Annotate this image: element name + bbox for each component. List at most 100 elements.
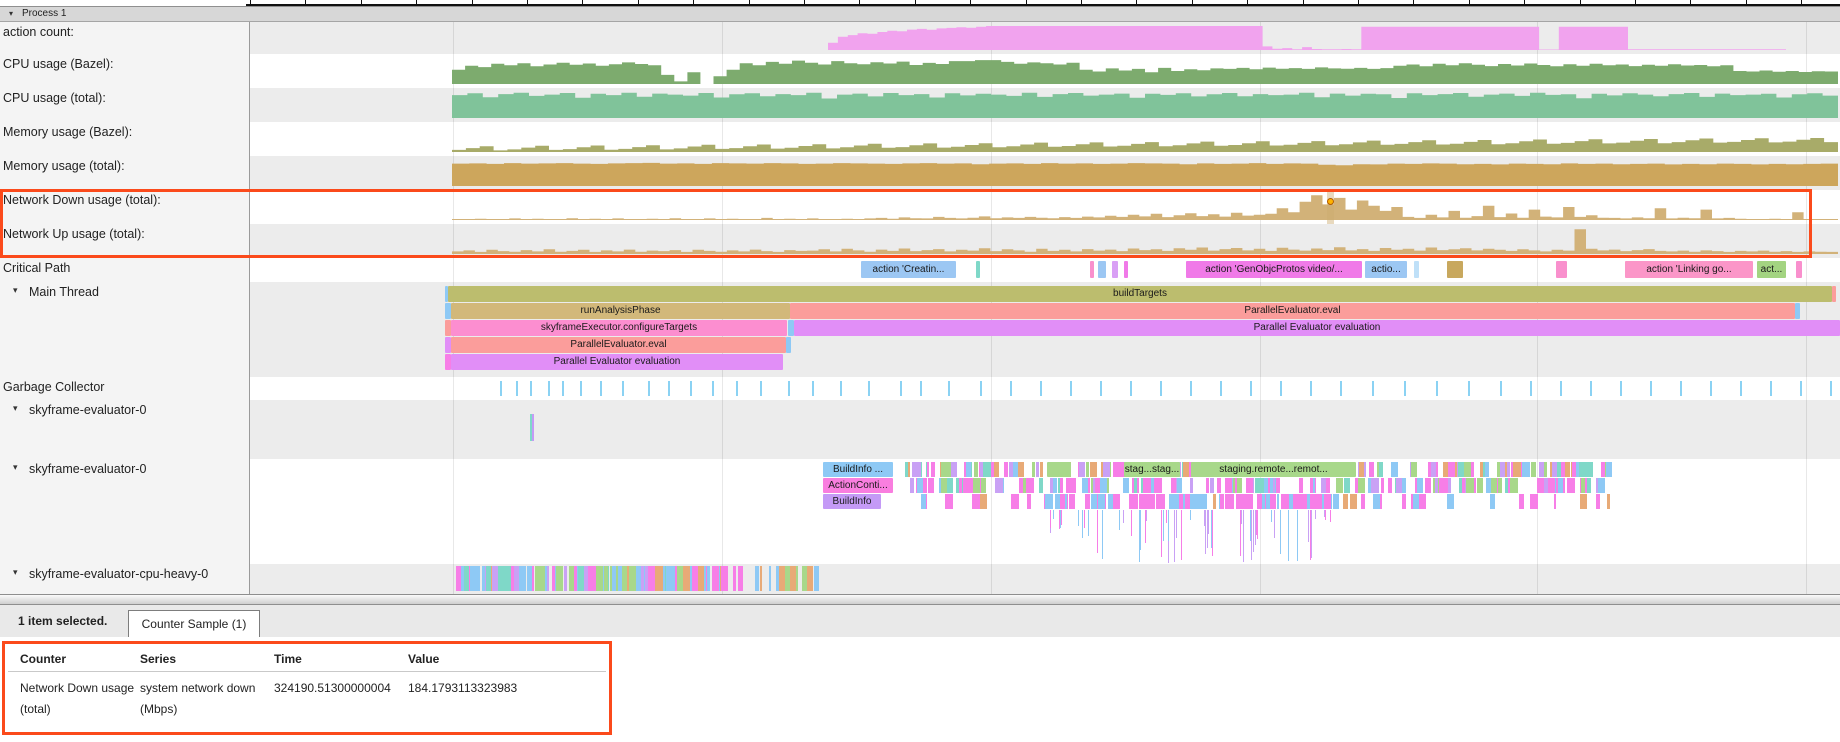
trace-sliver[interactable] xyxy=(1235,478,1237,493)
trace-sliver[interactable] xyxy=(1036,462,1039,477)
trace-sliver[interactable] xyxy=(983,462,991,477)
trace-sliver[interactable] xyxy=(1141,478,1143,493)
trace-sliver[interactable] xyxy=(1217,478,1221,493)
trace-sliver[interactable] xyxy=(1458,462,1464,477)
counter-chart-action-count[interactable] xyxy=(828,26,1786,50)
trace-sliver[interactable] xyxy=(1448,462,1455,477)
trace-sliver[interactable] xyxy=(921,494,926,509)
slice-parallelevaluator-eval[interactable]: ParallelEvaluator.eval xyxy=(451,337,786,353)
trace-sliver[interactable] xyxy=(1336,478,1343,493)
trace-sliver[interactable] xyxy=(1513,462,1521,477)
trace-sliver[interactable] xyxy=(1262,494,1265,509)
trace-sliver[interactable] xyxy=(1500,462,1505,477)
gc-tick[interactable] xyxy=(500,381,502,396)
slice[interactable] xyxy=(1795,303,1800,319)
trace-sliver[interactable] xyxy=(629,566,636,591)
slice-staging-remote-remot-[interactable]: staging.remote...remot... xyxy=(1191,462,1356,477)
counter-chart-cpu-bazel[interactable] xyxy=(452,58,1838,84)
trace-sliver[interactable] xyxy=(499,566,506,591)
trace-sliver[interactable] xyxy=(1171,478,1176,493)
trace-sliver[interactable] xyxy=(1402,494,1406,509)
trace-sliver[interactable] xyxy=(1113,494,1120,509)
trace-sliver[interactable] xyxy=(1098,494,1105,509)
trace-sliver[interactable] xyxy=(1508,478,1510,493)
trace-sliver[interactable] xyxy=(698,566,704,591)
process-group-header[interactable]: ▾ Process 1 xyxy=(0,6,1840,22)
timeline-canvas[interactable]: action 'Creatin...action 'GenObjcProtos … xyxy=(0,22,1840,594)
trace-sliver[interactable] xyxy=(1561,462,1565,477)
trace-sliver[interactable] xyxy=(596,566,603,591)
trace-sliver[interactable] xyxy=(1039,478,1043,493)
counter-chart-net-down[interactable] xyxy=(452,194,1838,220)
slice[interactable] xyxy=(1112,261,1118,278)
trace-sliver[interactable] xyxy=(1140,494,1143,509)
trace-sliver[interactable] xyxy=(1108,494,1113,509)
slice[interactable] xyxy=(1124,261,1128,278)
trace-sliver[interactable] xyxy=(539,566,545,591)
trace-sliver[interactable] xyxy=(1095,478,1100,493)
trace-sliver[interactable] xyxy=(1552,462,1557,477)
trace-sliver[interactable] xyxy=(1065,494,1067,509)
trace-sliver[interactable] xyxy=(1436,462,1438,477)
trace-sliver[interactable] xyxy=(1114,462,1117,477)
counter-chart-cpu-total[interactable] xyxy=(452,92,1838,118)
gc-tick[interactable] xyxy=(900,381,902,396)
trace-sliver[interactable] xyxy=(1086,462,1089,477)
trace-sliver[interactable] xyxy=(1220,494,1224,509)
gc-tick[interactable] xyxy=(668,381,670,396)
trace-sliver[interactable] xyxy=(1090,462,1097,477)
trace-sliver[interactable] xyxy=(1202,494,1204,509)
panel-splitter[interactable] xyxy=(0,594,1840,605)
gc-tick[interactable] xyxy=(600,381,602,396)
gc-tick[interactable] xyxy=(1372,381,1374,396)
trace-sliver[interactable] xyxy=(1607,494,1610,509)
trace-sliver[interactable] xyxy=(1045,494,1053,509)
sidebar-item-skyframe-evaluator-0b[interactable]: skyframe-evaluator-0 xyxy=(29,462,146,476)
slice[interactable] xyxy=(1796,261,1802,278)
trace-sliver[interactable] xyxy=(807,566,813,591)
trace-sliver[interactable] xyxy=(1388,478,1392,493)
slice-action-linking-go-[interactable]: action 'Linking go... xyxy=(1625,261,1753,278)
sidebar-item-critical-path[interactable]: Critical Path xyxy=(3,261,70,275)
gc-tick[interactable] xyxy=(1340,381,1342,396)
trace-sliver[interactable] xyxy=(1515,478,1518,493)
trace-sliver[interactable] xyxy=(1210,478,1214,493)
trace-sliver[interactable] xyxy=(1050,478,1052,493)
trace-sliver[interactable] xyxy=(1462,478,1465,493)
trace-sliver[interactable] xyxy=(641,566,644,591)
gc-tick[interactable] xyxy=(1530,381,1532,396)
trace-sliver[interactable] xyxy=(1150,494,1153,509)
trace-sliver[interactable] xyxy=(1134,478,1137,493)
slice[interactable] xyxy=(976,261,980,278)
trace-sliver[interactable] xyxy=(1313,478,1315,493)
trace-sliver[interactable] xyxy=(1313,494,1321,509)
trace-sliver[interactable] xyxy=(1213,494,1216,509)
gc-tick[interactable] xyxy=(736,381,738,396)
trace-sliver[interactable] xyxy=(1373,494,1380,509)
gc-tick[interactable] xyxy=(1830,381,1832,396)
trace-sliver[interactable] xyxy=(1548,478,1554,493)
trace-sliver[interactable] xyxy=(1435,478,1438,493)
slice[interactable] xyxy=(786,337,791,353)
trace-sliver[interactable] xyxy=(1606,462,1612,477)
trace-sliver[interactable] xyxy=(1417,478,1423,493)
gc-tick[interactable] xyxy=(840,381,842,396)
trace-sliver[interactable] xyxy=(1587,478,1591,493)
gc-tick[interactable] xyxy=(1310,381,1312,396)
slice-stag-stag-[interactable]: stag...stag... xyxy=(1124,462,1180,477)
trace-sliver[interactable] xyxy=(1157,478,1162,493)
trace-sliver[interactable] xyxy=(1299,478,1303,493)
trace-sliver[interactable] xyxy=(666,566,672,591)
trace-sliver[interactable] xyxy=(556,566,563,591)
trace-sliver[interactable] xyxy=(636,566,640,591)
trace-sliver[interactable] xyxy=(1579,462,1585,477)
trace-sliver[interactable] xyxy=(655,566,663,591)
trace-sliver[interactable] xyxy=(1276,478,1280,493)
trace-sliver[interactable] xyxy=(959,478,962,493)
trace-sliver[interactable] xyxy=(779,566,785,591)
trace-sliver[interactable] xyxy=(995,478,1003,493)
trace-sliver[interactable] xyxy=(1411,462,1417,477)
trace-sliver[interactable] xyxy=(1143,478,1151,493)
slice[interactable] xyxy=(1047,462,1071,477)
trace-sliver[interactable] xyxy=(912,462,917,477)
